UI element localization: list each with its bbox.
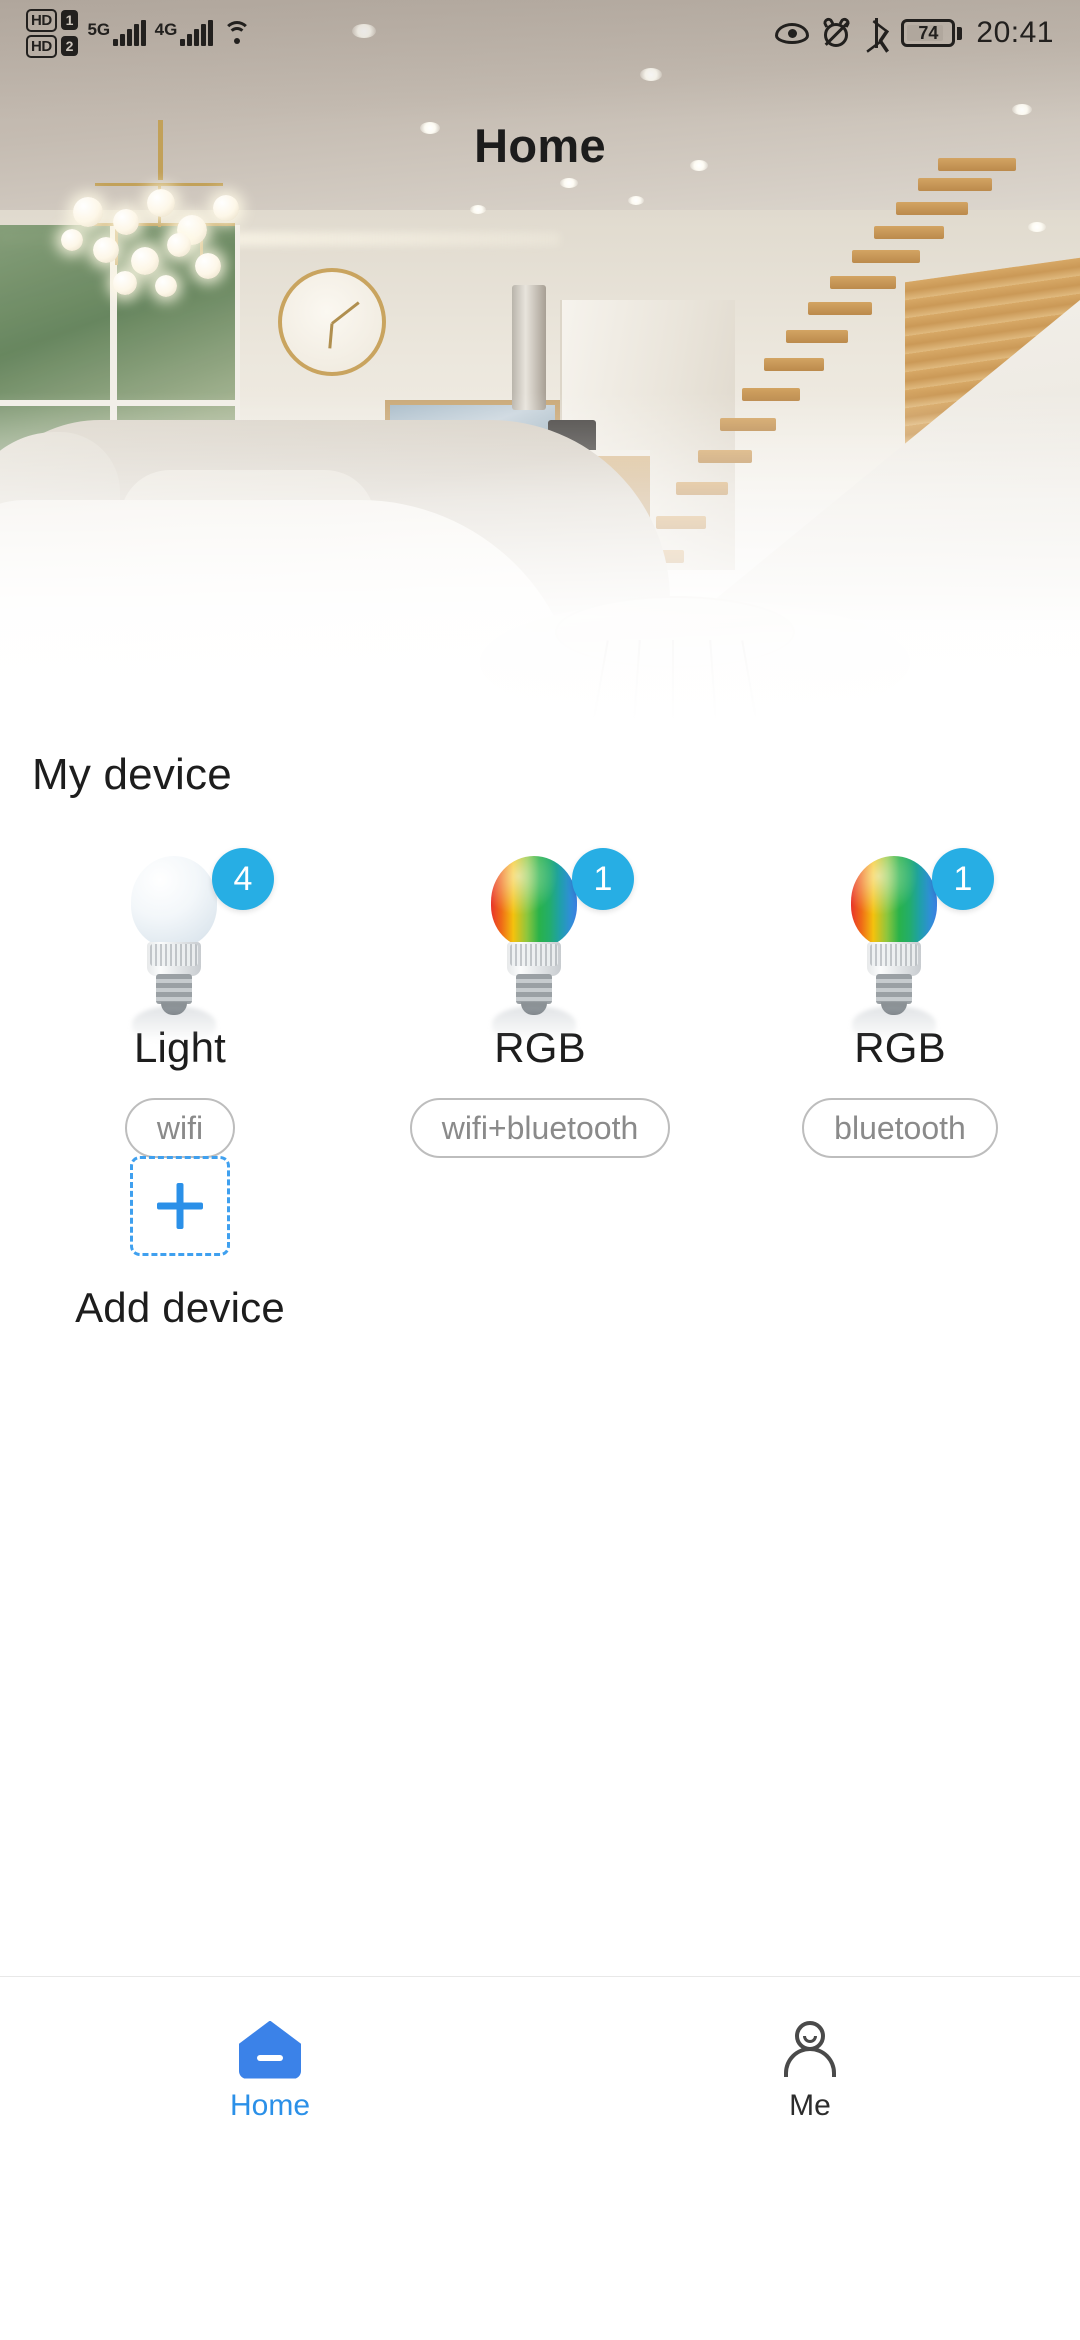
- page-title: Home: [474, 119, 606, 172]
- signal-bars-icon: [180, 20, 213, 46]
- status-bar-left: HD 1 HD 2 5G 4G: [26, 8, 252, 58]
- bulb-reflection: [852, 1006, 936, 1042]
- bluetooth-icon: [865, 18, 887, 48]
- network-type-label: 4G: [154, 20, 178, 39]
- bottom-navigation: Home Me: [0, 1976, 1080, 2158]
- add-device-label: Add device: [75, 1284, 285, 1331]
- wifi-icon: [222, 21, 252, 45]
- hero-banner: [0, 0, 1080, 722]
- nav-item-home[interactable]: Home: [0, 1977, 540, 2158]
- person-icon: [781, 2020, 839, 2079]
- eye-comfort-icon: [775, 22, 810, 44]
- chandelier: [55, 175, 275, 310]
- light-bulb-icon: [128, 856, 220, 1016]
- battery-indicator: 74: [901, 19, 963, 47]
- device-count-badge: 1: [572, 848, 634, 910]
- dual-sim-indicators: HD 1 HD 2: [26, 8, 79, 58]
- sim-2-row: HD 2: [26, 34, 79, 58]
- device-count-badge: 1: [932, 848, 994, 910]
- plus-icon[interactable]: [130, 1156, 230, 1256]
- ceiling-spot: [560, 178, 578, 188]
- main-content: My device 4 Light wifi 1 RGB wifi+blueto…: [0, 722, 1080, 2158]
- signal-4g: 4G: [155, 20, 213, 46]
- device-card-rgb-bluetooth[interactable]: 1 RGB bluetooth: [720, 848, 1080, 1158]
- rgb-bulb-icon: [848, 856, 940, 1016]
- ceiling-spot: [628, 196, 644, 205]
- device-protocol-tag: wifi: [124, 1098, 236, 1158]
- sim-1-badge: 1: [60, 10, 79, 30]
- bulb-reflection: [132, 1006, 216, 1042]
- signal-5g: 5G: [87, 20, 146, 46]
- add-device-button[interactable]: Add device: [0, 1156, 360, 1332]
- device-card-light[interactable]: 4 Light wifi: [0, 848, 360, 1158]
- hd-icon: HD: [26, 34, 57, 58]
- device-count-badge: 4: [212, 848, 274, 910]
- nav-label-home: Home: [229, 2088, 311, 2122]
- device-protocol-tag: wifi+bluetooth: [409, 1098, 671, 1158]
- nav-item-me[interactable]: Me: [540, 1977, 1080, 2158]
- device-grid: 4 Light wifi 1 RGB wifi+bluetooth 1 RGB …: [0, 848, 1080, 1158]
- rgb-bulb-icon: [488, 856, 580, 1016]
- hd-icon: HD: [26, 8, 57, 32]
- device-protocol-tag: bluetooth: [802, 1098, 998, 1158]
- hero-bottom-fade: [0, 392, 1080, 722]
- sim-1-row: HD 1: [26, 8, 79, 32]
- alarm-muted-icon: [822, 16, 852, 47]
- network-type-label: 5G: [87, 20, 111, 39]
- sim-2-badge: 2: [60, 36, 79, 56]
- battery-level-text: 74: [918, 23, 939, 43]
- signal-bars-icon: [113, 20, 146, 46]
- section-title-my-device: My device: [32, 750, 232, 799]
- ceiling-spot: [470, 205, 486, 214]
- device-card-rgb-wifi-bluetooth[interactable]: 1 RGB wifi+bluetooth: [360, 848, 720, 1158]
- device-icon-wrap: 4: [80, 848, 280, 1042]
- battery-icon: 74: [901, 19, 956, 47]
- device-icon-wrap: 1: [800, 848, 1000, 1042]
- bulb-reflection: [492, 1006, 576, 1042]
- status-bar-right: 74 20:41: [775, 16, 1054, 50]
- status-bar: HD 1 HD 2 5G 4G 74 20:41: [0, 0, 1080, 66]
- wall-clock: [278, 268, 386, 376]
- home-icon: [239, 2020, 301, 2079]
- device-icon-wrap: 1: [440, 848, 640, 1042]
- app-root: HD 1 HD 2 5G 4G 74 20:41 Home My device …: [0, 0, 1080, 2340]
- status-bar-clock: 20:41: [976, 16, 1054, 49]
- nav-label-me: Me: [789, 2088, 831, 2122]
